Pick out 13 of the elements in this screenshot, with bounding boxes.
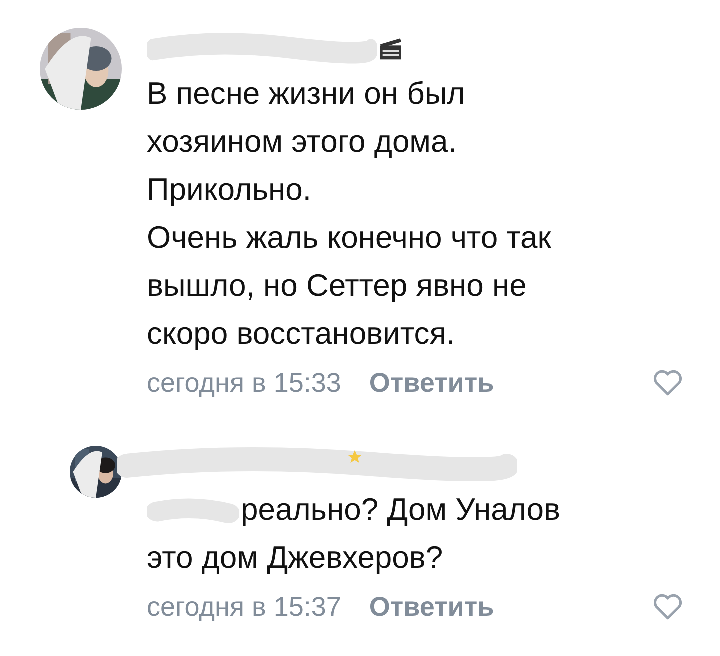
timestamp: сегодня в 15:37: [147, 592, 342, 622]
reply-link[interactable]: Ответить: [369, 592, 494, 622]
comment-text: вышло, но Сеттер явно не: [147, 267, 527, 305]
reply-link[interactable]: Ответить: [369, 368, 494, 398]
comment-text: хозяином этого дома.: [147, 123, 457, 161]
comment-text: скоро восстановится.: [147, 315, 456, 353]
comment-text: В песне жизни он был: [147, 75, 466, 113]
comment-text: реально? Дом Уналов: [241, 491, 560, 529]
comment-text: это дом Джевхеров?: [147, 539, 444, 577]
timestamp: сегодня в 15:33: [147, 368, 342, 398]
comment-text: Прикольно.: [147, 171, 312, 209]
star-icon: [347, 449, 363, 465]
comment-text: Очень жаль конечно что так: [147, 219, 552, 257]
